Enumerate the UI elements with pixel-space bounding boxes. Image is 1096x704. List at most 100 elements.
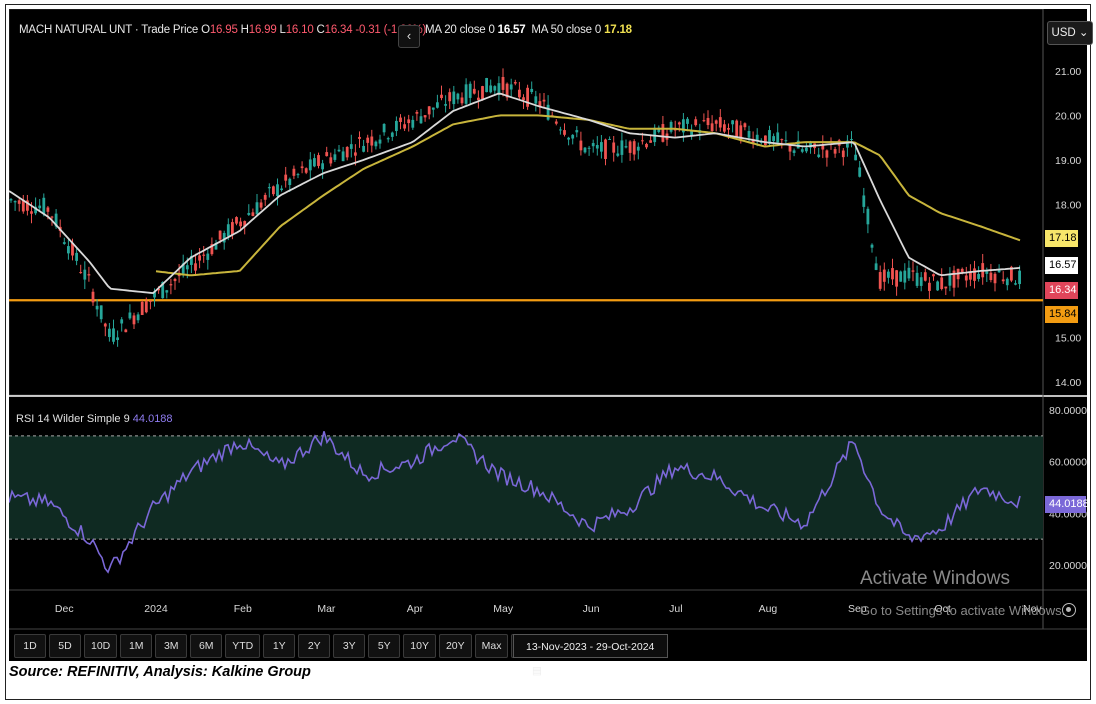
candle-body [784,140,788,142]
timeframe-button[interactable]: 10D [84,634,118,658]
candle-body [395,120,398,132]
candle-body [792,150,796,153]
timeframe-button[interactable]: Max [474,634,509,658]
candle-body [345,146,349,158]
candle-body [850,138,853,140]
candle-body [522,97,525,101]
candle-body [280,188,283,191]
candle-body [431,107,435,110]
low-value: 16.10 [285,24,314,36]
rsi-header: RSI 14 Wilder Simple 9 44.0188 [16,413,173,425]
candle-body [702,120,706,122]
settings-icon[interactable] [1062,603,1076,617]
rsi-value: 44.0188 [132,413,173,425]
candle-body [747,131,751,138]
date-range-picker[interactable]: 13-Nov-2023 - 29-Oct-2024 ▤ [513,634,668,677]
timeframe-button[interactable]: 10Y [403,634,436,658]
candle-body [714,120,718,124]
candle-body [1018,270,1021,285]
candle-body [579,140,583,151]
candle-body [460,97,464,104]
candle-body [780,139,784,141]
candle-body [624,146,628,148]
candle-body [267,187,271,189]
candle-body [932,274,935,277]
candle-body [87,274,91,276]
candle-body [518,89,521,98]
timeframe-button[interactable]: 2Y [298,634,331,658]
candle-body [841,150,845,158]
candle-body [427,106,431,115]
candle-body [936,281,939,291]
candle-body [308,159,312,171]
timeframe-button[interactable]: 1D [14,634,46,658]
timeframe-button[interactable]: 1M [120,634,153,658]
candle-body [960,268,964,273]
candle-body [661,124,665,142]
candle-body [13,201,17,203]
chart-canvas: 21.00 20.00 19.00 18.00 15.00 14.00 80.0000 60.… [9,9,1087,630]
candle-body [116,337,119,340]
candle-body [985,271,989,274]
ma20-value: 16.57 [497,24,526,36]
candle-body [91,291,95,303]
x-tick-label: Jul [669,603,682,615]
price-header: MACH NATURAL UNT · Trade Price O16.95 H1… [19,24,426,36]
collapse-legend-button[interactable]: ‹ [398,25,420,48]
candle-body [313,158,316,167]
candle-body [526,87,529,107]
candle-body [444,104,447,106]
currency-dropdown[interactable]: USD ⌄ [1047,21,1093,45]
candle-body [374,141,378,147]
candle-body [620,140,624,155]
candle-body [641,140,644,142]
candle-body [977,274,980,279]
timeframe-button[interactable]: 5D [49,634,81,658]
candle-body [341,151,345,162]
timeframe-button[interactable]: 6M [190,634,223,658]
candle-body [128,312,132,319]
candle-body [608,138,611,140]
timeframe-button[interactable]: 1Y [263,634,296,658]
timeframe-button[interactable]: 5Y [368,634,401,658]
candle-body [46,207,50,212]
candle-body [263,194,267,200]
candle-body [9,199,13,201]
candle-body [386,138,390,140]
candle-body [272,186,275,195]
candle-body [30,211,33,214]
candle-body [140,301,144,316]
x-tick-label: Feb [234,603,252,615]
candle-body [501,76,505,90]
candle-body [825,150,829,158]
candle-body [686,118,689,124]
candle-body [1014,283,1017,285]
price-tick-label: 20.00 [1055,110,1081,122]
candle-body [42,197,46,215]
candle-body [255,202,259,215]
activate-windows-title: Activate Windows [860,568,1010,589]
candle-body [612,142,616,153]
close-label: C [316,24,325,36]
timeframe-button[interactable]: 3Y [333,634,366,658]
candle-body [874,263,878,270]
candle-body [251,212,255,216]
candle-body [481,86,484,100]
candle-body [928,282,931,291]
price-tick-label: 18.00 [1055,199,1081,211]
candle-body [292,168,296,176]
timeframe-button[interactable]: YTD [225,634,261,658]
candle-body [891,268,894,280]
candle-body [776,132,780,143]
candle-body [882,269,886,282]
candle-body [583,147,587,153]
candle-body [296,174,300,176]
timeframe-button[interactable]: 3M [155,634,188,658]
candle-body [165,290,169,293]
candle-body [993,273,997,284]
timeframe-button[interactable]: 20Y [438,634,472,658]
candle-body [575,130,579,133]
candle-body [509,84,513,90]
high-value: 16.99 [248,24,277,36]
price-tick-label: 19.00 [1055,155,1081,167]
